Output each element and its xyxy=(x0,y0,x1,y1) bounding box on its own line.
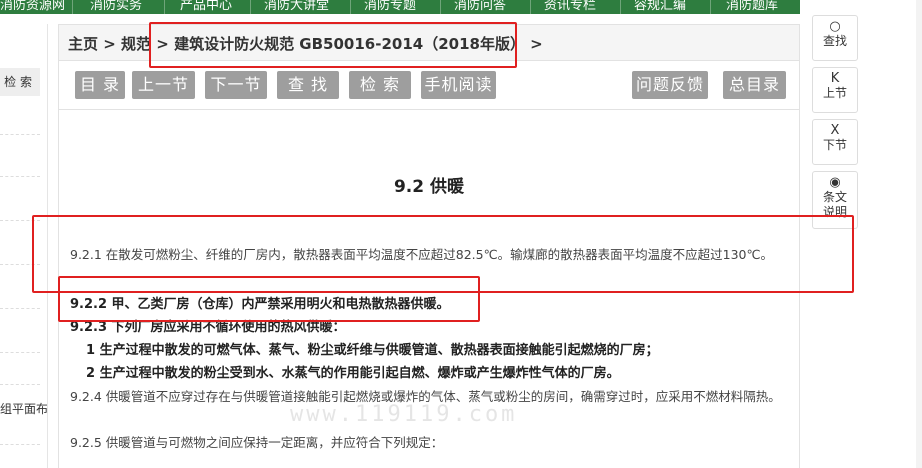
find-button[interactable]: 查 找 xyxy=(277,71,339,99)
sidebar-divider xyxy=(0,220,40,221)
find-tool-button[interactable]: ○ 查找 xyxy=(812,15,858,61)
sidebar-item-partial[interactable]: 组平面布 xyxy=(0,400,47,417)
site-watermark: www.119119.com xyxy=(290,402,518,427)
nav-item-topics[interactable]: 消防专题 xyxy=(364,0,416,13)
explanation-tool-label-1: 条文 xyxy=(822,190,847,204)
sidebar-divider xyxy=(0,308,40,309)
clause-9-2-1: 9.2.1 在散发可燃粉尘、纤维的厂房内，散热器表面平均温度不应超过82.5℃。… xyxy=(70,247,774,262)
clause-9-2-5: 9.2.5 供暖管道与可燃物之间应保持一定距离，并应符合下列规定： xyxy=(70,435,444,450)
breadcrumb-bar: 主页 > 规范 > 建筑设计防火规范 GB50016-2014（2018年版） … xyxy=(59,25,799,61)
nav-separator xyxy=(710,0,711,14)
nav-separator xyxy=(620,0,621,14)
nav-separator xyxy=(250,0,251,14)
clause-9-2-3: 9.2.3 下列厂房应采用不循环使用的热风供暖： xyxy=(70,320,346,335)
nav-item-question-bank[interactable]: 消防题库 xyxy=(726,0,778,13)
nav-separator xyxy=(530,0,531,14)
nav-separator xyxy=(440,0,441,14)
breadcrumb-separator: > xyxy=(98,35,122,53)
nav-separator xyxy=(72,0,73,14)
breadcrumb: 主页 > 规范 > 建筑设计防火规范 GB50016-2014（2018年版） … xyxy=(68,33,543,54)
nav-item-practice[interactable]: 消防实务 xyxy=(90,0,142,13)
prev-tool-label: 上节 xyxy=(822,86,847,100)
explanation-tool-label-2: 说明 xyxy=(822,205,847,219)
sidebar-divider xyxy=(0,134,40,135)
toc-button[interactable]: 目 录 xyxy=(75,71,125,99)
breadcrumb-document-link[interactable]: 建筑设计防火规范 GB50016-2014（2018年版） xyxy=(174,35,525,53)
all-toc-button[interactable]: 总目录 xyxy=(723,71,786,99)
nav-item-qa[interactable]: 消防问答 xyxy=(454,0,506,13)
mobile-reading-button[interactable]: 手机阅读 xyxy=(421,71,496,99)
nav-item-products[interactable]: 产品中心 xyxy=(180,0,232,13)
feedback-button[interactable]: 问题反馈 xyxy=(632,71,708,99)
breadcrumb-separator: > xyxy=(524,35,543,53)
clause-9-2-3-item-1: 1 生产过程中散发的可燃气体、蒸气、粉尘或纤维与供暖管道、散热器表面接触能引起燃… xyxy=(86,343,659,358)
nav-separator xyxy=(350,0,351,14)
sidebar-divider xyxy=(0,444,40,445)
search-icon: ○ xyxy=(829,19,841,34)
find-tool-label: 查找 xyxy=(822,34,847,48)
eye-icon: ◉ xyxy=(829,175,841,190)
sidebar-divider xyxy=(0,176,40,177)
prev-tool-button[interactable]: K 上节 xyxy=(812,67,858,113)
clause-9-2-3-item-2: 2 生产过程中散发的粉尘受到水、水蒸气的作用能引起自燃、爆炸或产生爆炸性气体的厂… xyxy=(86,366,620,381)
nav-item-compilation[interactable]: 容规汇编 xyxy=(634,0,686,13)
step-backward-icon: K xyxy=(830,71,840,86)
sidebar-divider xyxy=(0,384,40,385)
left-search-tab[interactable]: 检 索 xyxy=(0,68,40,96)
next-tool-label: 下节 xyxy=(822,138,847,152)
nav-separator xyxy=(164,0,165,14)
next-section-button[interactable]: 下一节 xyxy=(205,71,267,99)
scroll-edge xyxy=(916,0,922,468)
search-button[interactable]: 检 索 xyxy=(349,71,411,99)
nav-item-lectures[interactable]: 消防大讲堂 xyxy=(264,0,329,13)
top-navigation-bar: 消防资源网 消防实务 产品中心 消防大讲堂 消防专题 消防问答 资讯专栏 容规汇… xyxy=(0,0,800,14)
clause-9-2-2: 9.2.2 甲、乙类厂房（仓库）内严禁采用明火和电热散热器供暖。 xyxy=(70,297,450,312)
step-forward-icon: X xyxy=(830,123,840,138)
breadcrumb-separator: > xyxy=(151,35,175,53)
explanation-tool-button[interactable]: ◉ 条文 说明 xyxy=(812,171,858,229)
section-title: 9.2 供暖 xyxy=(393,177,465,197)
left-sidebar: 检 索 组平面布 xyxy=(0,24,48,468)
breadcrumb-spec-link[interactable]: 规范 xyxy=(121,35,151,53)
prev-section-button[interactable]: 上一节 xyxy=(132,71,195,99)
sidebar-divider xyxy=(0,264,40,265)
nav-item-resources[interactable]: 消防资源网 xyxy=(0,0,65,13)
nav-item-news[interactable]: 资讯专栏 xyxy=(544,0,596,13)
breadcrumb-home-link[interactable]: 主页 xyxy=(68,35,98,53)
next-tool-button[interactable]: X 下节 xyxy=(812,119,858,165)
sidebar-divider xyxy=(0,352,40,353)
